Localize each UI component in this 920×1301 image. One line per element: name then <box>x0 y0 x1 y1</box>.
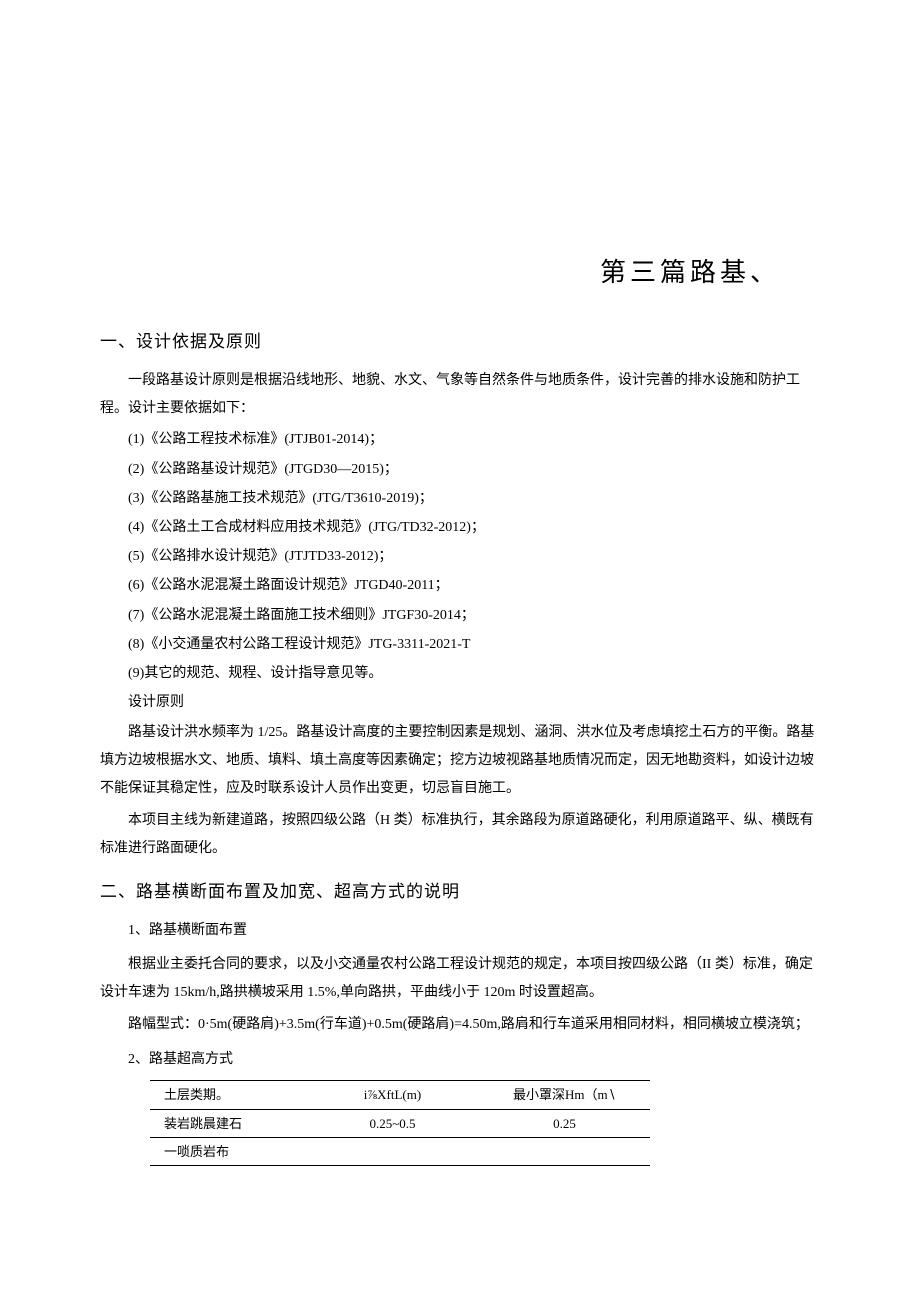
basis-item: (4)《公路土工合成材料应用技术规范》(JTG/TD32-2012)； <box>128 515 820 540</box>
basis-item: (7)《公路水泥混凝土路面施工技术细则》JTGF30-2014； <box>128 603 820 628</box>
section2-sub2: 2、路基超高方式 <box>128 1047 820 1072</box>
section2-p1: 根据业主委托合同的要求，以及小交通量农村公路工程设计规范的规定，本项目按四级公路… <box>100 951 820 1007</box>
basis-item: (6)《公路水泥混凝土路面设计规范》JTGD40-2011； <box>128 573 820 598</box>
table-header-row: 土层类期。 i⅞XftL(m) 最小罩深Hm（m∖ <box>150 1081 650 1109</box>
table-header-soil: 土层类期。 <box>150 1081 306 1109</box>
section1-intro: 一段路基设计原则是根据沿线地形、地貌、水文、气象等自然条件与地质条件，设计完善的… <box>100 367 820 423</box>
table-cell: 装岩跳晨建石 <box>150 1109 306 1137</box>
table-cell <box>479 1138 650 1166</box>
superelevation-table: 土层类期。 i⅞XftL(m) 最小罩深Hm（m∖ 装岩跳晨建石 0.25~0.… <box>150 1080 650 1166</box>
principle-paragraph-2: 本项目主线为新建道路，按照四级公路（H 类）标准执行，其余路段为原道路硬化，利用… <box>100 807 820 863</box>
principle-label: 设计原则 <box>128 690 820 715</box>
basis-item: (3)《公路路基施工技术规范》(JTG/T3610-2019)； <box>128 486 820 511</box>
basis-item: (1)《公路工程技术标准》(JTJB01-2014)； <box>128 427 820 452</box>
table-row: 装岩跳晨建石 0.25~0.5 0.25 <box>150 1109 650 1137</box>
document-page: 第三篇路基、 一、设计依据及原则 一段路基设计原则是根据沿线地形、地貌、水文、气… <box>0 0 920 1266</box>
section2-heading: 二、路基横断面布置及加宽、超高方式的说明 <box>100 877 820 908</box>
basis-item: (9)其它的规范、规程、设计指导意见等。 <box>128 661 820 686</box>
basis-item: (2)《公路路基设计规范》(JTGD30—2015)； <box>128 457 820 482</box>
section2-sub1: 1、路基横断面布置 <box>128 918 820 943</box>
table-header-hm: 最小罩深Hm（m∖ <box>479 1081 650 1109</box>
table-cell: 一唢质岩布 <box>150 1138 306 1166</box>
section2-p2: 路幅型式：0·5m(硬路肩)+3.5m(行车道)+0.5m(硬路肩)=4.50m… <box>100 1011 820 1039</box>
section1-heading: 一、设计依据及原则 <box>100 327 820 358</box>
chapter-title: 第三篇路基、 <box>100 250 780 297</box>
basis-item: (5)《公路排水设计规范》(JTJTD33-2012)； <box>128 544 820 569</box>
table-cell: 0.25 <box>479 1109 650 1137</box>
principle-paragraph-1: 路基设计洪水频率为 1/25。路基设计高度的主要控制因素是规划、涵洞、洪水位及考… <box>100 719 820 803</box>
table-row: 一唢质岩布 <box>150 1138 650 1166</box>
table-header-xftl: i⅞XftL(m) <box>306 1081 479 1109</box>
basis-item: (8)《小交通量农村公路工程设计规范》JTG-3311-2021-T <box>128 632 820 657</box>
table-cell: 0.25~0.5 <box>306 1109 479 1137</box>
table-cell <box>306 1138 479 1166</box>
